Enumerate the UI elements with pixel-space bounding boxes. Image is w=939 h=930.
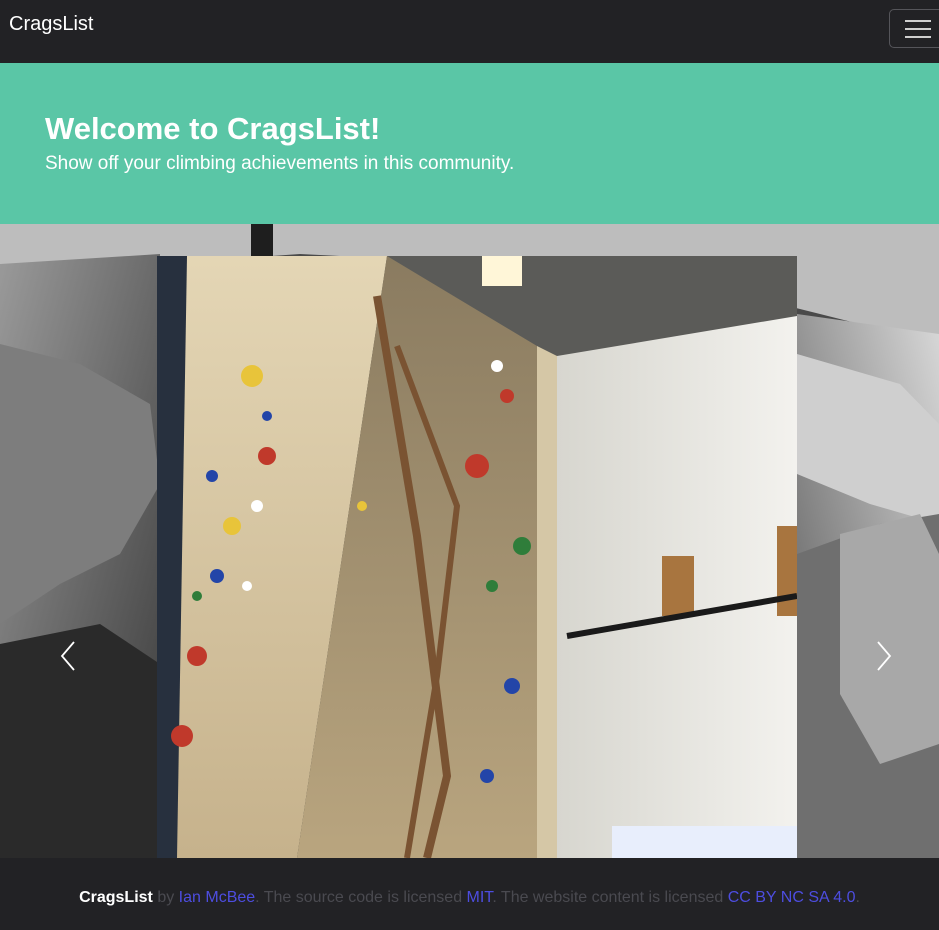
navbar-toggle-button[interactable]: [889, 9, 939, 48]
image-carousel: [0, 224, 939, 858]
welcome-jumbotron: Welcome to CragsList! Show off your clim…: [0, 63, 939, 224]
chevron-left-icon: [60, 641, 75, 671]
chevron-right-icon: [877, 641, 892, 671]
footer-text: CragsList by Ian McBee. The source code …: [0, 888, 939, 908]
navbar: CragsList: [0, 0, 939, 63]
mit-license-link[interactable]: MIT: [467, 889, 493, 906]
footer-content-text: . The website content is licensed: [492, 889, 728, 906]
navbar-brand[interactable]: CragsList: [9, 11, 93, 37]
author-link[interactable]: Ian McBee: [179, 889, 255, 906]
footer-end-text: .: [855, 889, 860, 906]
page-subtitle: Show off your climbing achievements in t…: [45, 153, 515, 174]
climbing-wall-photo: [157, 256, 797, 858]
page-footer: CragsList by Ian McBee. The source code …: [0, 858, 939, 930]
page-title: Welcome to CragsList!: [45, 111, 381, 146]
carousel-slide-image: [157, 256, 797, 858]
cc-license-link[interactable]: CC BY NC SA 4.0: [728, 889, 856, 906]
footer-source-text: . The source code is licensed: [255, 889, 467, 906]
footer-brand: CragsList: [79, 889, 153, 906]
carousel-next-button[interactable]: [864, 626, 904, 686]
footer-by-text: by: [152, 889, 179, 906]
carousel-prev-button[interactable]: [50, 626, 90, 686]
